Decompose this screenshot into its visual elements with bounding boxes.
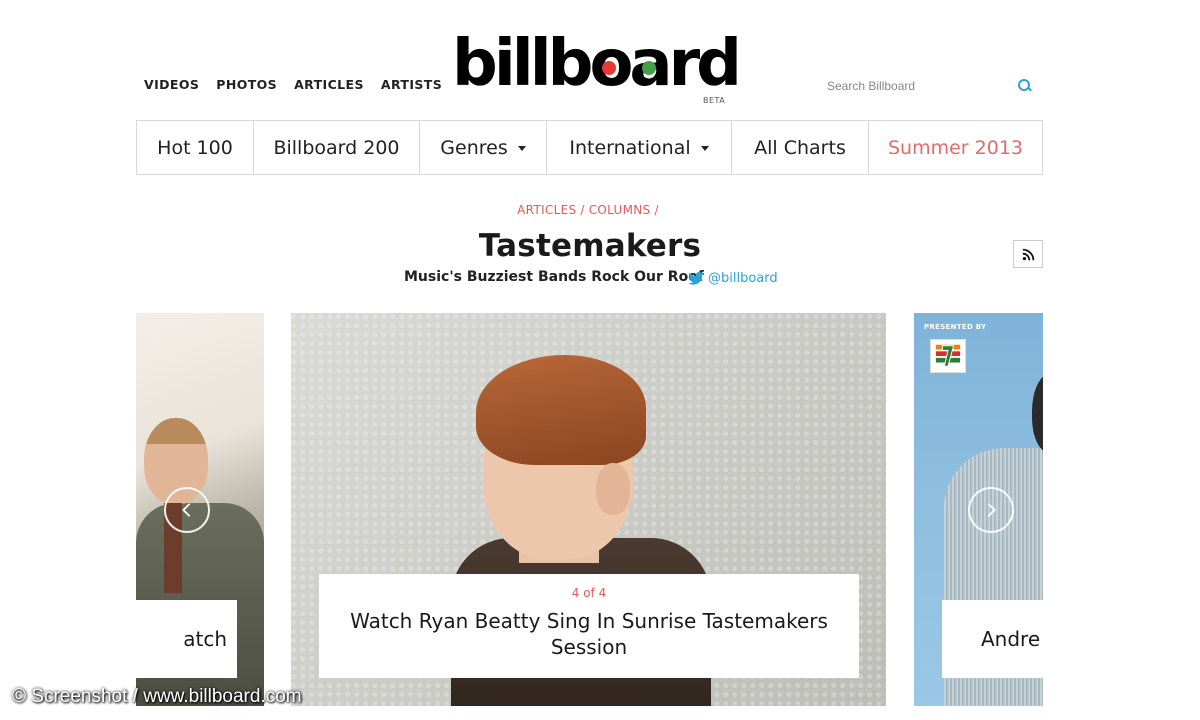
twitter-link[interactable]: @billboard bbox=[688, 271, 778, 286]
chevron-right-icon bbox=[987, 503, 996, 517]
page-title: Tastemakers bbox=[478, 228, 702, 264]
twitter-handle: @billboard bbox=[708, 271, 778, 286]
beta-label: BETA bbox=[703, 96, 726, 105]
chart-nav-billboard-200[interactable]: Billboard 200 bbox=[254, 121, 420, 174]
chart-nav-genres[interactable]: Genres bbox=[420, 121, 547, 174]
breadcrumb-separator: / bbox=[580, 203, 585, 217]
presented-by-label: PRESENTED BY bbox=[924, 323, 987, 331]
chart-nav-label: All Charts bbox=[754, 136, 846, 159]
chart-nav-summer-2013[interactable]: Summer 2013 bbox=[869, 121, 1042, 174]
top-nav: VIDEOS PHOTOS ARTICLES ARTISTS bbox=[144, 77, 442, 92]
chart-nav-all-charts[interactable]: All Charts bbox=[732, 121, 869, 174]
logo-a: a bbox=[629, 32, 672, 96]
breadcrumb-separator: / bbox=[654, 203, 659, 217]
screenshot-watermark: © Screenshot / www.billboard.com bbox=[12, 686, 302, 707]
page: VIDEOS PHOTOS ARTICLES ARTISTS billboard… bbox=[0, 0, 1200, 720]
chart-nav-label: International bbox=[569, 136, 691, 159]
carousel-caption-text: atch bbox=[183, 627, 227, 651]
carousel-caption-previous: atch bbox=[136, 600, 237, 678]
chart-nav-label: Genres bbox=[440, 136, 508, 159]
slide-caption: Watch Ryan Beatty Sing In Sunrise Tastem… bbox=[350, 609, 828, 659]
nav-videos[interactable]: VIDEOS bbox=[144, 77, 199, 92]
chart-nav-label: Hot 100 bbox=[157, 136, 233, 159]
slide-photo-hair bbox=[476, 355, 646, 465]
logo-wordmark: billboard bbox=[452, 27, 742, 101]
logo-dot-1 bbox=[602, 60, 617, 75]
carousel-caption-next: Andre bbox=[942, 600, 1043, 678]
breadcrumb-columns[interactable]: COLUMNS bbox=[589, 203, 651, 217]
billboard-logo[interactable]: billboard bbox=[452, 27, 742, 101]
carousel-caption-text: Andre bbox=[981, 627, 1041, 651]
chart-nav: Hot 100 Billboard 200 Genres Internation… bbox=[136, 120, 1043, 175]
search-box bbox=[827, 76, 1033, 96]
chart-nav-international[interactable]: International bbox=[547, 121, 732, 174]
chevron-down-icon bbox=[517, 146, 526, 151]
carousel-next-button[interactable] bbox=[968, 487, 1014, 533]
logo-o-1: o bbox=[589, 32, 633, 96]
slide-photo-ear bbox=[596, 463, 630, 515]
breadcrumb: ARTICLES / COLUMNS / bbox=[0, 203, 1180, 217]
slide-photo-head bbox=[1032, 373, 1043, 453]
seven-eleven-logo bbox=[934, 342, 962, 370]
carousel-caption-current[interactable]: 4 of 4 Watch Ryan Beatty Sing In Sunrise… bbox=[319, 574, 859, 678]
nav-articles[interactable]: ARTICLES bbox=[294, 77, 364, 92]
nav-photos[interactable]: PHOTOS bbox=[216, 77, 277, 92]
breadcrumb-articles[interactable]: ARTICLES bbox=[517, 203, 576, 217]
slide-counter: 4 of 4 bbox=[571, 586, 607, 600]
search-icon[interactable] bbox=[1017, 78, 1033, 94]
chart-nav-label: Billboard 200 bbox=[273, 136, 400, 159]
carousel-prev-button[interactable] bbox=[164, 487, 210, 533]
sponsor-logo[interactable] bbox=[930, 339, 966, 373]
twitter-icon bbox=[688, 272, 704, 285]
chevron-left-icon bbox=[182, 503, 191, 517]
chart-nav-label: Summer 2013 bbox=[887, 136, 1023, 159]
rss-button[interactable] bbox=[1013, 240, 1043, 268]
rss-icon bbox=[1022, 248, 1034, 260]
page-subtitle: Music's Buzziest Bands Rock Our Roof bbox=[404, 269, 704, 285]
search-input[interactable] bbox=[827, 79, 997, 93]
chart-nav-hot-100[interactable]: Hot 100 bbox=[137, 121, 254, 174]
nav-artists[interactable]: ARTISTS bbox=[381, 77, 442, 92]
logo-dot-2 bbox=[642, 60, 656, 75]
chevron-down-icon bbox=[700, 146, 709, 151]
